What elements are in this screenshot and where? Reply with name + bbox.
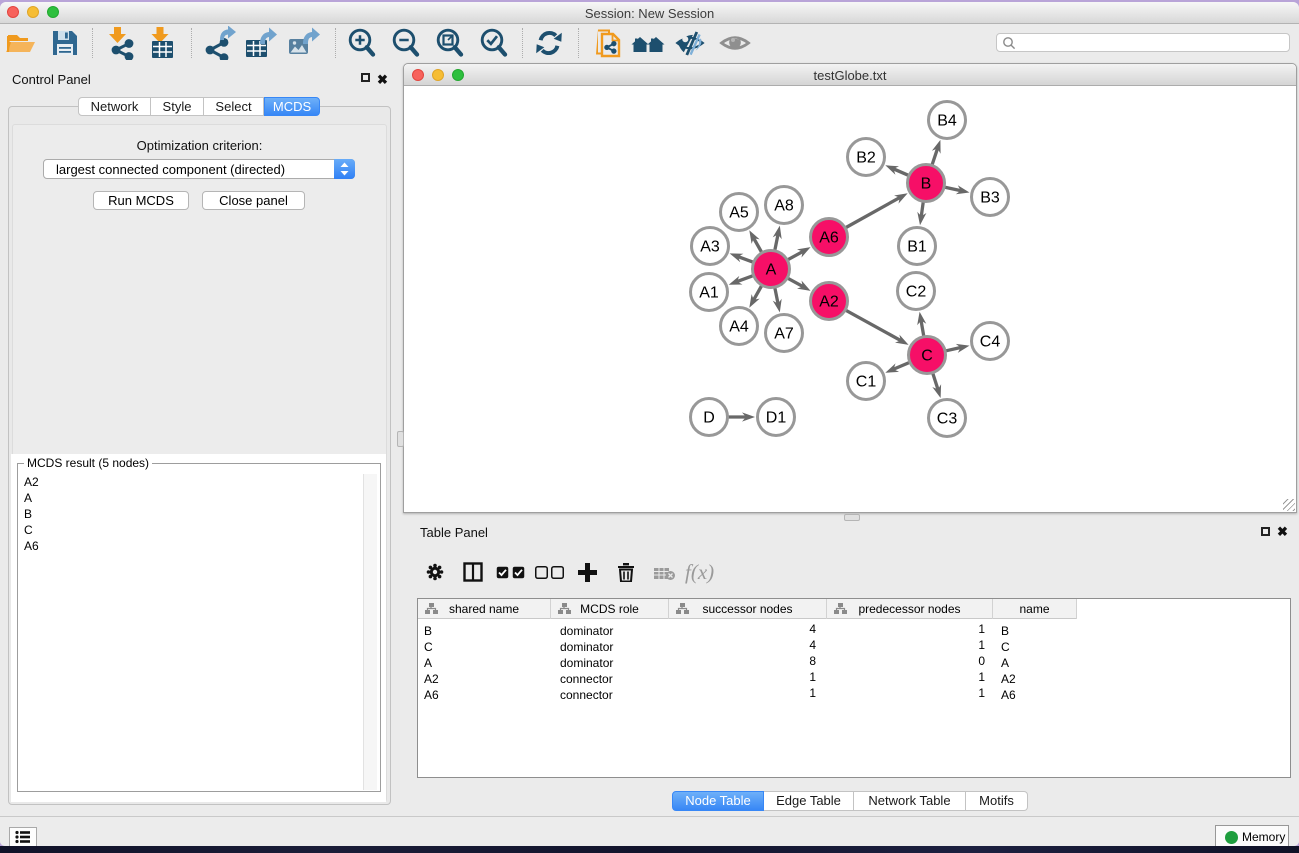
svg-text:D: D (703, 410, 715, 427)
svg-text:C3: C3 (937, 411, 958, 428)
svg-text:A: A (766, 262, 777, 279)
svg-text:A2: A2 (819, 294, 839, 311)
svg-text:B1: B1 (907, 239, 927, 256)
svg-text:C1: C1 (856, 374, 877, 391)
svg-text:D1: D1 (766, 410, 787, 427)
svg-text:C4: C4 (980, 334, 1001, 351)
svg-text:C2: C2 (906, 284, 927, 301)
svg-text:A8: A8 (774, 198, 794, 215)
svg-text:A7: A7 (774, 326, 794, 343)
svg-text:A4: A4 (729, 319, 749, 336)
svg-text:C: C (921, 348, 933, 365)
svg-text:A5: A5 (729, 205, 749, 222)
svg-text:A3: A3 (700, 239, 720, 256)
svg-text:A6: A6 (819, 230, 839, 247)
svg-text:B4: B4 (937, 113, 957, 130)
svg-text:B3: B3 (980, 190, 1000, 207)
svg-text:A1: A1 (699, 285, 719, 302)
svg-text:B2: B2 (856, 150, 876, 167)
svg-text:B: B (921, 176, 932, 193)
